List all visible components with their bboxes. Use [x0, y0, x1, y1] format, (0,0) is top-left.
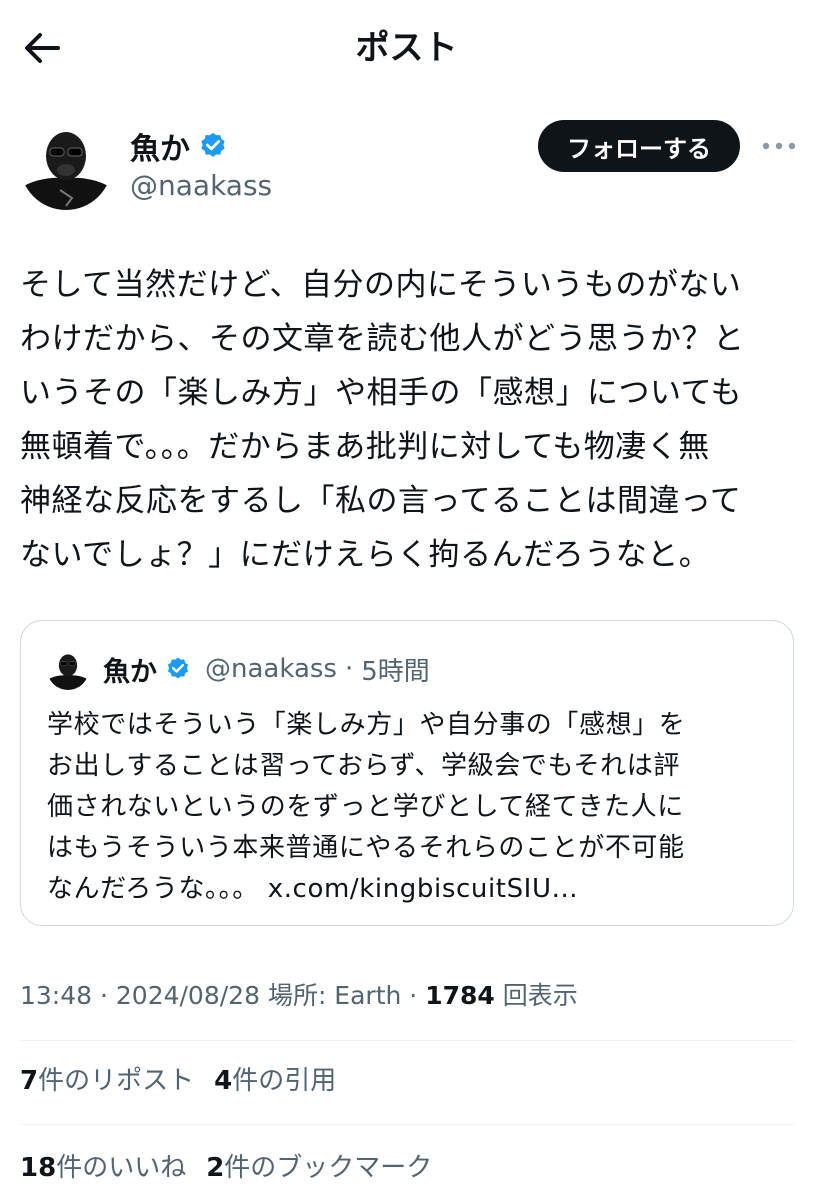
quotes-label: 件の引用 [232, 1066, 337, 1096]
bookmarks-count: 2 [206, 1153, 225, 1183]
meta-separator: · [401, 981, 426, 1010]
verified-badge-icon [167, 657, 189, 679]
views-label: 回表示 [502, 981, 578, 1010]
top-bar: ポスト [0, 0, 813, 92]
divider [20, 1040, 794, 1041]
tweet-meta: 13:48 · 2024/08/28 場所: Earth · 1784 回表示 [20, 974, 578, 1018]
likes-count: 18 [20, 1153, 57, 1183]
author-name[interactable]: 魚か [130, 124, 190, 168]
tweet-location: 場所: Earth [267, 981, 402, 1010]
avatar[interactable] [20, 118, 112, 210]
quoted-tweet[interactable]: 魚か @naakass · 5時間 学校ではそういう「楽しみ方」や自分事の「感想… [20, 620, 794, 926]
quoted-separator: · [344, 654, 354, 684]
quoted-time: 5時間 [361, 656, 430, 687]
author-handle[interactable]: @naakass [130, 166, 272, 206]
divider [20, 1124, 794, 1125]
quotes-count: 4 [214, 1066, 233, 1096]
meta-separator: · [92, 981, 116, 1010]
bookmarks-stat[interactable]: 2件のブックマーク [206, 1146, 432, 1190]
tweet-date[interactable]: 2024/08/28 [116, 981, 260, 1010]
quoted-avatar-image [47, 648, 89, 690]
views-count: 1784 [425, 981, 495, 1010]
stats-row-reposts: 7件のリポスト 4件の引用 [20, 1059, 336, 1103]
name-row: 魚か [130, 124, 228, 168]
likes-label: 件のいいね [56, 1153, 187, 1183]
likes-stat[interactable]: 18件のいいね [20, 1146, 186, 1190]
more-button[interactable] [758, 130, 800, 162]
quoted-tweet-text: 学校ではそういう「楽しみ方」や自分事の「感想」を お出しすることは習っておらず、… [47, 710, 686, 904]
follow-button[interactable]: フォローする [538, 120, 740, 172]
reposts-count: 7 [20, 1066, 39, 1096]
quoted-author-handle: @naakass [205, 654, 337, 684]
bookmarks-label: 件のブックマーク [224, 1153, 433, 1183]
reposts-label: 件のリポスト [38, 1066, 195, 1096]
tweet-text: そして当然だけど、自分の内にそういうものがない わけだから、その文章を読む他人が… [20, 267, 745, 573]
reposts-stat[interactable]: 7件のリポスト [20, 1059, 194, 1103]
tweet-time[interactable]: 13:48 [20, 981, 92, 1010]
quoted-avatar [47, 648, 89, 690]
quoted-tweet-header: 魚か @naakass · 5時間 [47, 647, 430, 691]
more-horizontal-icon [762, 142, 796, 150]
page-title: ポスト [355, 28, 458, 68]
quoted-author-name: 魚か [103, 656, 157, 688]
author-row: 魚か @naakass フォローする [20, 118, 800, 214]
quotes-stat[interactable]: 4件の引用 [214, 1059, 336, 1103]
avatar-image [20, 118, 112, 210]
stats-row-likes: 18件のいいね 2件のブックマーク [20, 1146, 432, 1190]
verified-badge-icon [201, 132, 225, 157]
